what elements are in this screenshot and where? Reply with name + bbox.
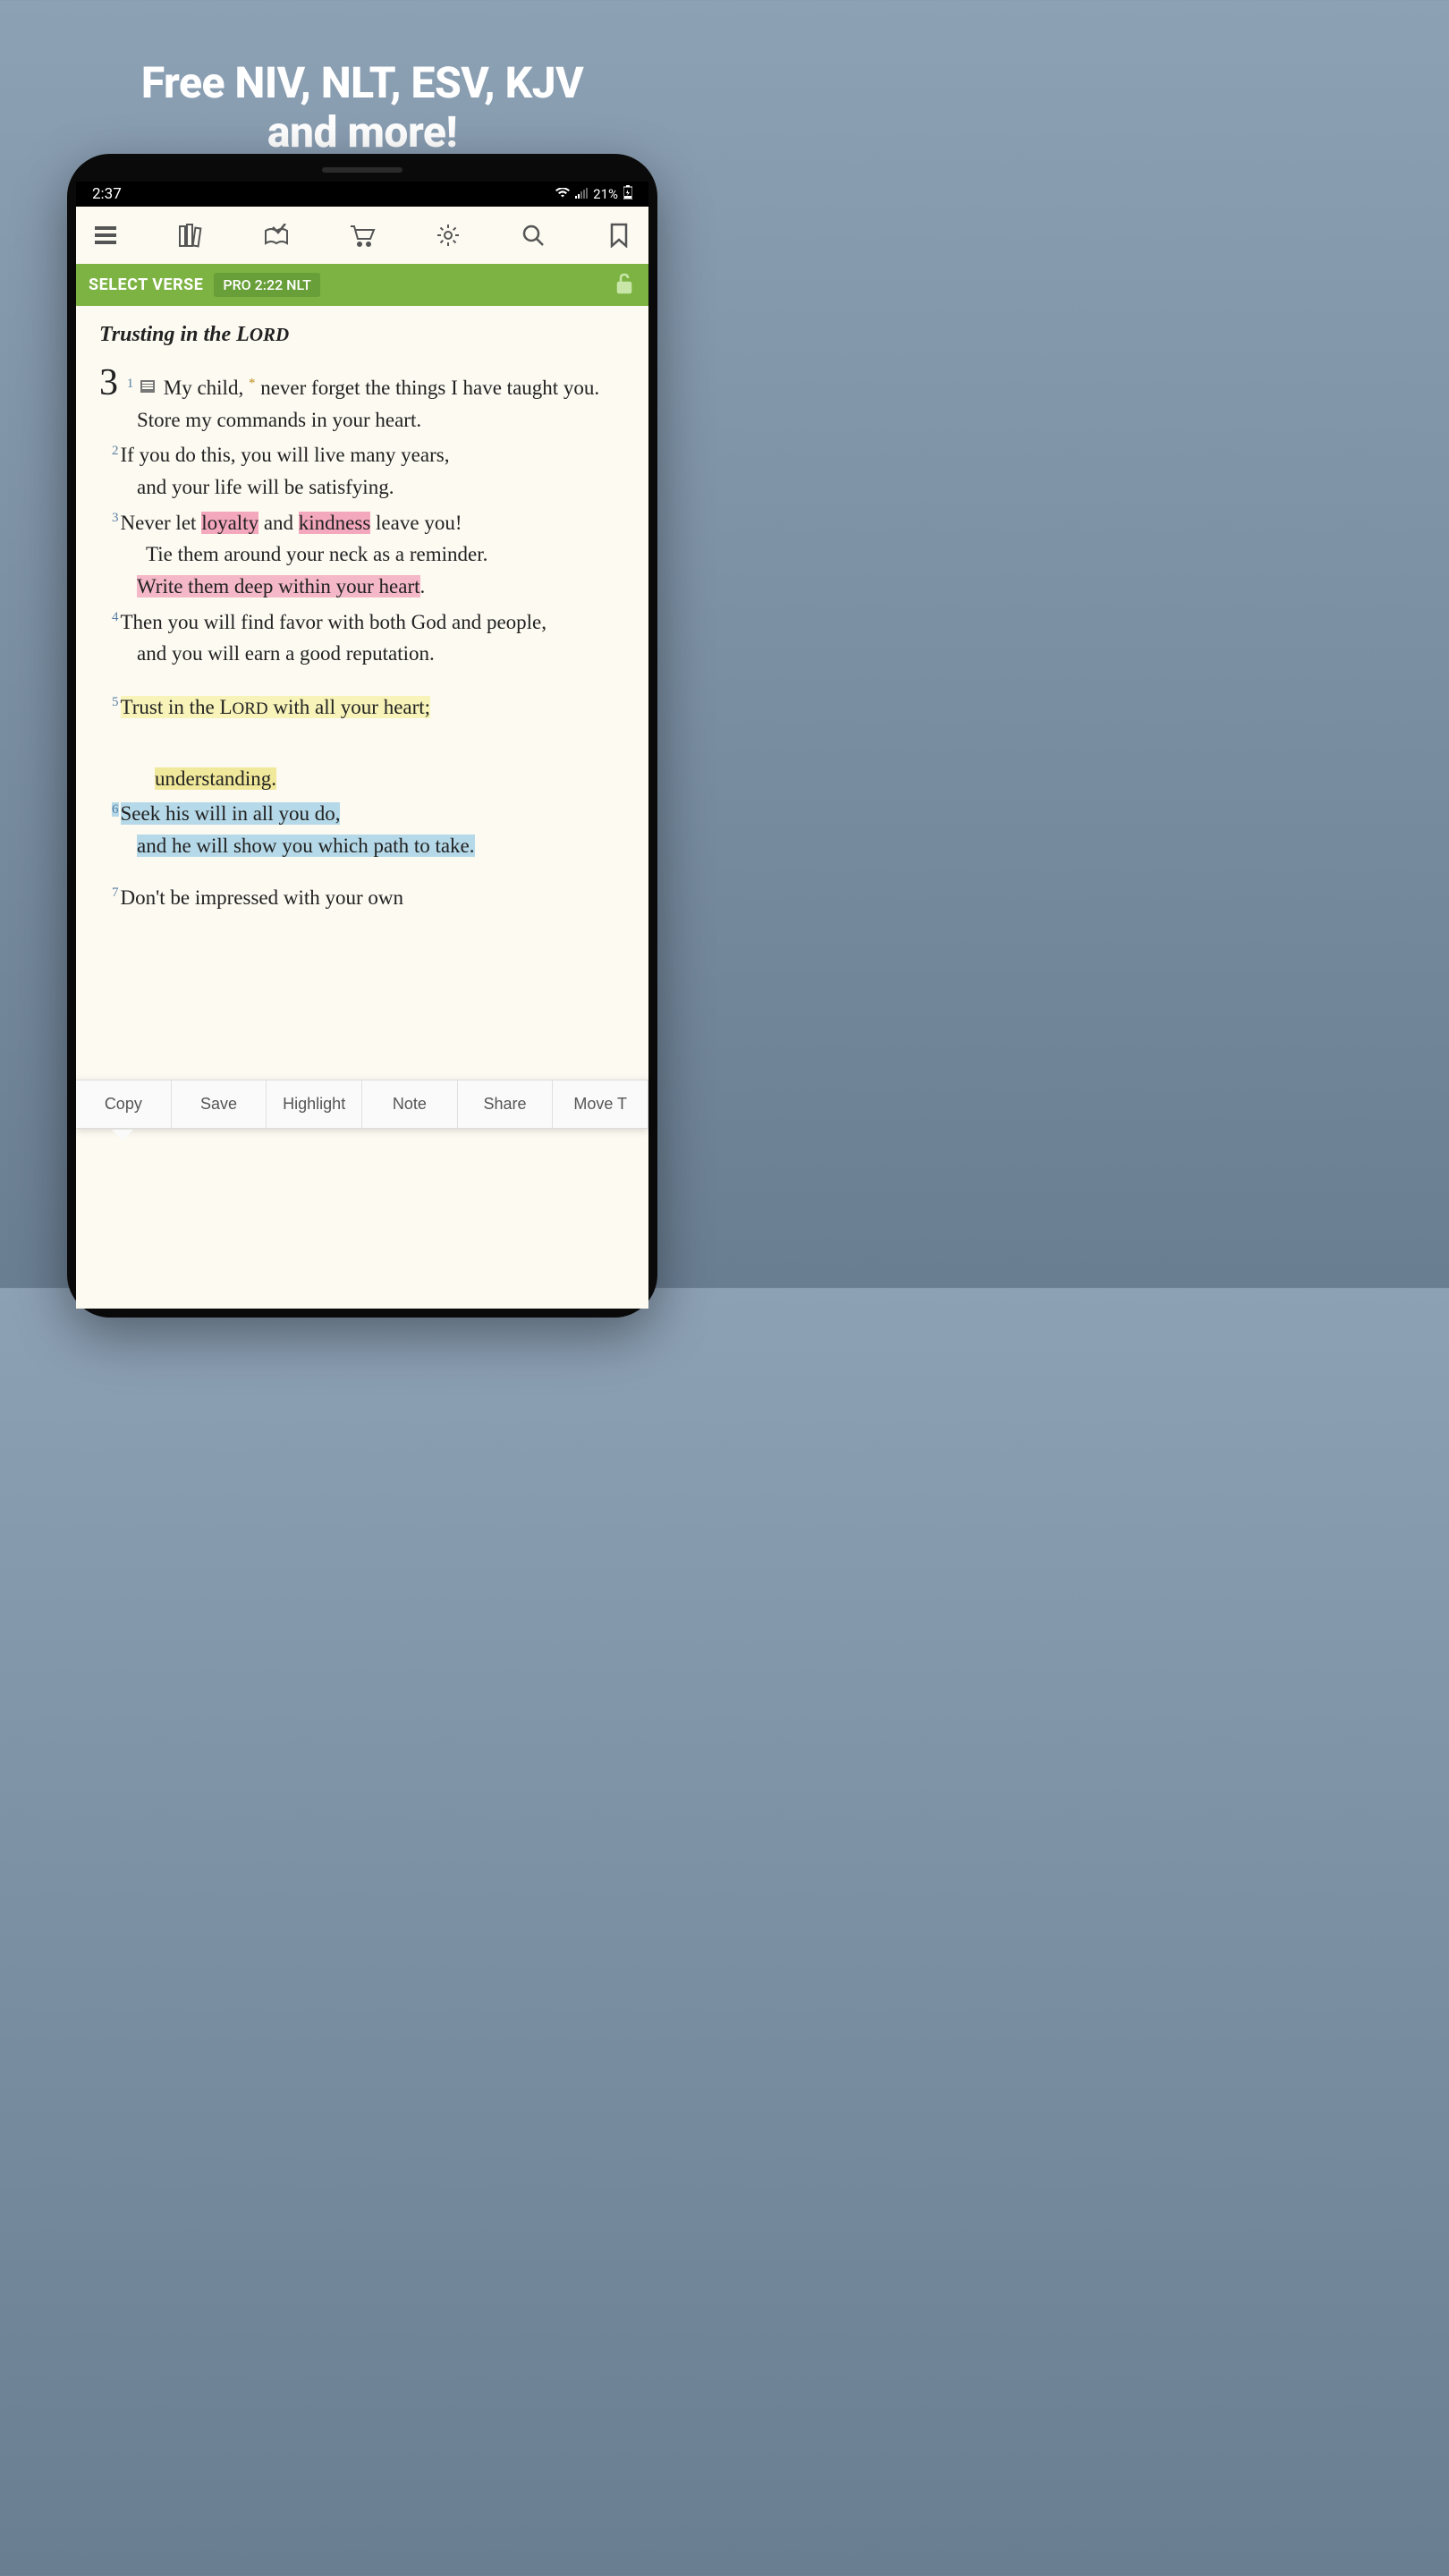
verse-action-bar: Copy Save Highlight Note Share Move T [76,1080,648,1129]
status-time: 2:37 [92,185,122,203]
phone-screen: 2:37 21% [76,182,648,1309]
status-bar: 2:37 21% [76,182,648,207]
verse-num-5: 5 [112,695,119,709]
cart-icon[interactable] [347,223,377,248]
verse-num-6: 6 [112,802,119,817]
move-button[interactable]: Move T [553,1080,648,1128]
chapter-number: 3 [99,362,118,403]
wifi-icon [555,186,570,202]
status-right: 21% [555,185,632,203]
battery-icon [623,185,632,203]
save-button[interactable]: Save [172,1080,267,1128]
share-button[interactable]: Share [458,1080,554,1128]
bookmark-icon[interactable] [604,223,634,248]
unlock-icon[interactable] [614,273,634,298]
app-toolbar [76,207,648,264]
phone-speaker [322,167,402,173]
promo-title: Free NIV, NLT, ESV, KJV and more! [0,0,724,157]
verse-num-1: 1 [127,377,134,391]
gear-icon[interactable] [433,223,463,248]
search-icon[interactable] [518,223,548,248]
verse-num-3: 3 [112,511,119,525]
menu-icon[interactable] [90,225,121,245]
copy-button[interactable]: Copy [76,1080,172,1128]
action-bar-arrow-icon [112,1130,133,1140]
library-icon[interactable] [176,223,207,248]
highlight-button[interactable]: Highlight [267,1080,362,1128]
verse-1[interactable]: 3 1 My child, * never forget the things … [99,364,625,436]
scripture-content[interactable]: Trusting in the LORD 3 1 My child, * nev… [76,306,648,913]
verse-num-7: 7 [112,886,119,900]
verse-num-4: 4 [112,610,119,624]
note-indicator-icon[interactable] [140,380,155,393]
verse-6[interactable]: 6Seek his will in all you do, and he wil… [99,798,625,861]
phone-frame: 2:37 21% [67,154,657,1318]
footnote-star-icon[interactable]: * [249,377,256,391]
reading-plan-icon[interactable] [261,224,292,247]
verse-7[interactable]: 7Don't be impressed with your own [99,882,625,914]
select-verse-label: SELECT VERSE [89,275,203,294]
verse-selection-bar[interactable]: SELECT VERSE PRO 2:22 NLT [76,264,648,306]
verse-reference-badge[interactable]: PRO 2:22 NLT [214,273,320,297]
verse-5[interactable]: 5Trust in the LORD with all your heart; … [99,691,625,794]
verse-3[interactable]: 3Never let loyalty and kindness leave yo… [99,507,625,603]
signal-icon [575,186,588,202]
note-button[interactable]: Note [362,1080,458,1128]
chapter-heading: Trusting in the LORD [99,318,625,352]
verse-2[interactable]: 2If you do this, you will live many year… [99,439,625,503]
verse-num-2: 2 [112,444,119,458]
battery-percent: 21% [593,186,618,202]
verse-4[interactable]: 4Then you will find favor with both God … [99,606,625,670]
